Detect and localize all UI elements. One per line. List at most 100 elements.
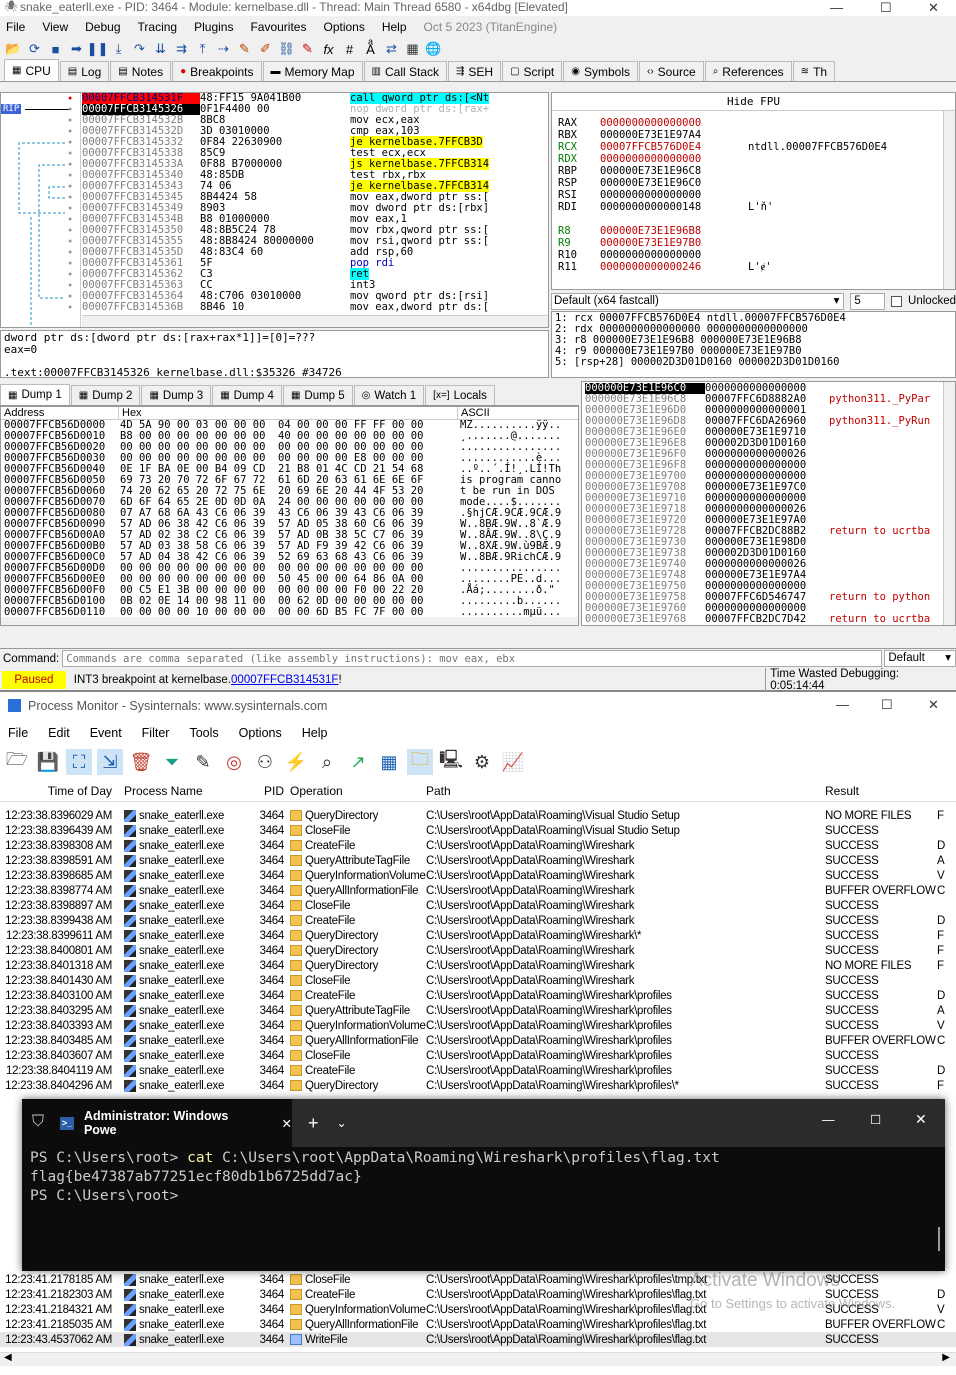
- event-row[interactable]: 12:23:43.4537062 AM snake_eaterll.exe 3464…: [0, 1332, 956, 1347]
- filesystem-icon[interactable]: 🗀: [407, 749, 433, 775]
- event-row[interactable]: 12:23:38.8401318 AM snake_eaterll.exe 3464…: [0, 958, 956, 973]
- network-icon[interactable]: 🖳: [438, 749, 464, 775]
- close-icon[interactable]: ✕: [928, 0, 939, 16]
- breakpoint-dot[interactable]: ●: [68, 137, 72, 148]
- stop-icon[interactable]: ■: [46, 41, 65, 58]
- scroll-right-icon[interactable]: ▶: [942, 1352, 950, 1363]
- event-row[interactable]: 12:23:38.8403607 AM snake_eaterll.exe 3464…: [0, 1048, 956, 1063]
- execute-till-return-icon[interactable]: ⤒: [193, 41, 212, 58]
- breakpoint-address-link[interactable]: 00007FFCB314531F: [231, 674, 338, 686]
- new-tab-icon[interactable]: +: [308, 1113, 319, 1134]
- label-icon[interactable]: ⛓: [277, 41, 296, 58]
- unlocked-checkbox[interactable]: [891, 295, 903, 307]
- clear-icon[interactable]: 🗑: [128, 749, 154, 775]
- font-icon[interactable]: Aͣ: [361, 41, 380, 58]
- event-row[interactable]: 12:23:38.8399438 AM snake_eaterll.exe 3464…: [0, 913, 956, 928]
- function-icon[interactable]: fx: [319, 41, 338, 58]
- hide-fpu-button[interactable]: Hide FPU: [552, 93, 955, 111]
- tab-powershell[interactable]: >_ Administrator: Windows Powe ✕: [22, 1099, 292, 1147]
- menu-file[interactable]: File: [8, 726, 28, 740]
- pause-icon[interactable]: ❚❚: [87, 41, 109, 58]
- maximize-icon[interactable]: ☐: [870, 1112, 881, 1127]
- tab-script[interactable]: ▢ Script: [502, 61, 563, 81]
- menu-help[interactable]: Help: [302, 726, 328, 740]
- breakpoint-dot[interactable]: ●: [68, 291, 72, 302]
- register-row[interactable]: RDI 0000000000000148 L'ň': [558, 202, 955, 214]
- menu-plugins[interactable]: Plugins: [194, 20, 233, 34]
- open-icon[interactable]: 📂: [4, 41, 23, 58]
- minimize-icon[interactable]: —: [822, 1113, 835, 1127]
- breakpoint-dot[interactable]: ●: [68, 104, 72, 115]
- tab-seh[interactable]: ⇶ SEH: [448, 61, 502, 81]
- command-input[interactable]: [62, 650, 883, 667]
- console-scrollbar[interactable]: [938, 1227, 940, 1251]
- tab-dump-2[interactable]: ▦ Dump 2: [70, 385, 141, 405]
- breakpoint-dot[interactable]: ●: [68, 148, 72, 159]
- tab-cpu[interactable]: ▦ CPU: [4, 59, 59, 81]
- trace-over-icon[interactable]: ⇉: [172, 41, 191, 58]
- save-icon[interactable]: 💾: [35, 749, 61, 775]
- minimize-icon[interactable]: —: [830, 0, 843, 15]
- patch-icon[interactable]: ✎: [235, 41, 254, 58]
- col-process[interactable]: Process Name: [118, 784, 250, 798]
- breakpoint-dot[interactable]: ●: [68, 126, 72, 137]
- col-time[interactable]: Time of Day: [0, 784, 118, 798]
- menu-edit[interactable]: Edit: [48, 726, 70, 740]
- close-tab-icon[interactable]: ✕: [282, 1116, 292, 1131]
- registers-vscroll[interactable]: [943, 111, 955, 289]
- filter-icon[interactable]: ⏷: [159, 749, 185, 775]
- command-mode-select[interactable]: Default ▾: [884, 650, 956, 667]
- breakpoint-dot[interactable]: ●: [68, 203, 72, 214]
- event-row[interactable]: 12:23:38.8403485 AM snake_eaterll.exe 3464…: [0, 1033, 956, 1048]
- menu-filter[interactable]: Filter: [142, 726, 170, 740]
- profiling-icon[interactable]: 📈: [500, 749, 526, 775]
- event-row[interactable]: 12:23:38.8398308 AM snake_eaterll.exe 3464…: [0, 838, 956, 853]
- event-row[interactable]: 12:23:38.8403100 AM snake_eaterll.exe 3464…: [0, 988, 956, 1003]
- target-icon[interactable]: ◎: [221, 749, 247, 775]
- col-operation[interactable]: Operation: [290, 784, 426, 798]
- breakpoint-dot[interactable]: ●: [68, 269, 72, 280]
- tab-memory-map[interactable]: ▬ Memory Map: [262, 61, 363, 81]
- breakpoint-dot[interactable]: ●: [68, 302, 72, 313]
- tab-dump-4[interactable]: ▦ Dump 4: [212, 385, 282, 405]
- breakpoint-dot[interactable]: ●: [68, 247, 72, 258]
- comment-icon[interactable]: ✐: [256, 41, 275, 58]
- menu-options[interactable]: Options: [323, 20, 364, 34]
- argcount-spinner[interactable]: 5: [850, 292, 886, 310]
- dump-pane[interactable]: Address Hex ASCII 00007FFCB56D0000 4D 5A …: [0, 406, 579, 626]
- calculator-icon[interactable]: ▦: [403, 41, 422, 58]
- event-row[interactable]: 12:23:38.8398897 AM snake_eaterll.exe 3464…: [0, 898, 956, 913]
- breakpoint-dot[interactable]: ●: [68, 225, 72, 236]
- tab-watch-1[interactable]: ◎ Watch 1: [353, 385, 425, 405]
- event-row[interactable]: 12:23:38.8396029 AM snake_eaterll.exe 3464…: [0, 808, 956, 823]
- powershell-console[interactable]: PS C:\Users\root> cat C:\Users\root\AppD…: [22, 1149, 945, 1206]
- hash-icon[interactable]: #: [340, 41, 359, 58]
- event-row[interactable]: 12:23:38.8400801 AM snake_eaterll.exe 3464…: [0, 943, 956, 958]
- event-row[interactable]: 12:23:38.8399611 AM snake_eaterll.exe 3464…: [0, 928, 956, 943]
- tab-source[interactable]: ‹› Source: [638, 61, 704, 81]
- callconv-select[interactable]: Default (x64 fastcall) ▾: [551, 292, 845, 310]
- event-row[interactable]: 12:23:38.8398591 AM snake_eaterll.exe 3464…: [0, 853, 956, 868]
- disassembly-pane[interactable]: RIP ● ● ● ● ● ● ● ● ● ● ● ● ● ● ● ● ● ● ● ● 00007FFCB314531…: [0, 92, 549, 328]
- breakpoint-dot[interactable]: ●: [68, 115, 72, 126]
- breakpoint-dot[interactable]: ●: [68, 159, 72, 170]
- event-row[interactable]: 12:23:41.2185035 AM snake_eaterll.exe 3464…: [0, 1317, 956, 1332]
- capture-icon[interactable]: ⛶: [66, 749, 92, 775]
- tab-log[interactable]: ▤ Log: [59, 61, 110, 81]
- event-row[interactable]: 12:23:38.8401430 AM snake_eaterll.exe 3464…: [0, 973, 956, 988]
- disasm-hscroll[interactable]: [82, 315, 548, 327]
- event-row[interactable]: 12:23:38.8403295 AM snake_eaterll.exe 3464…: [0, 1003, 956, 1018]
- menu-favourites[interactable]: Favourites: [250, 20, 306, 34]
- menu-options[interactable]: Options: [239, 726, 282, 740]
- event-row[interactable]: 12:23:38.8404119 AM snake_eaterll.exe 3464…: [0, 1063, 956, 1078]
- tab-dump-1[interactable]: ▦ Dump 1: [0, 384, 70, 405]
- run-to-user-code-icon[interactable]: ⇢: [214, 41, 233, 58]
- tab-dump-5[interactable]: ▦ Dump 5: [282, 385, 353, 405]
- breakpoint-dot[interactable]: ●: [68, 181, 72, 192]
- open-folder-icon[interactable]: 🗁: [4, 749, 30, 775]
- scroll-left-icon[interactable]: ◀: [4, 1352, 12, 1363]
- event-row[interactable]: 12:23:38.8404296 AM snake_eaterll.exe 3464…: [0, 1078, 956, 1093]
- process-tree-icon[interactable]: ⚇: [252, 749, 278, 775]
- menu-event[interactable]: Event: [90, 726, 122, 740]
- breakpoint-dot[interactable]: ●: [68, 192, 72, 203]
